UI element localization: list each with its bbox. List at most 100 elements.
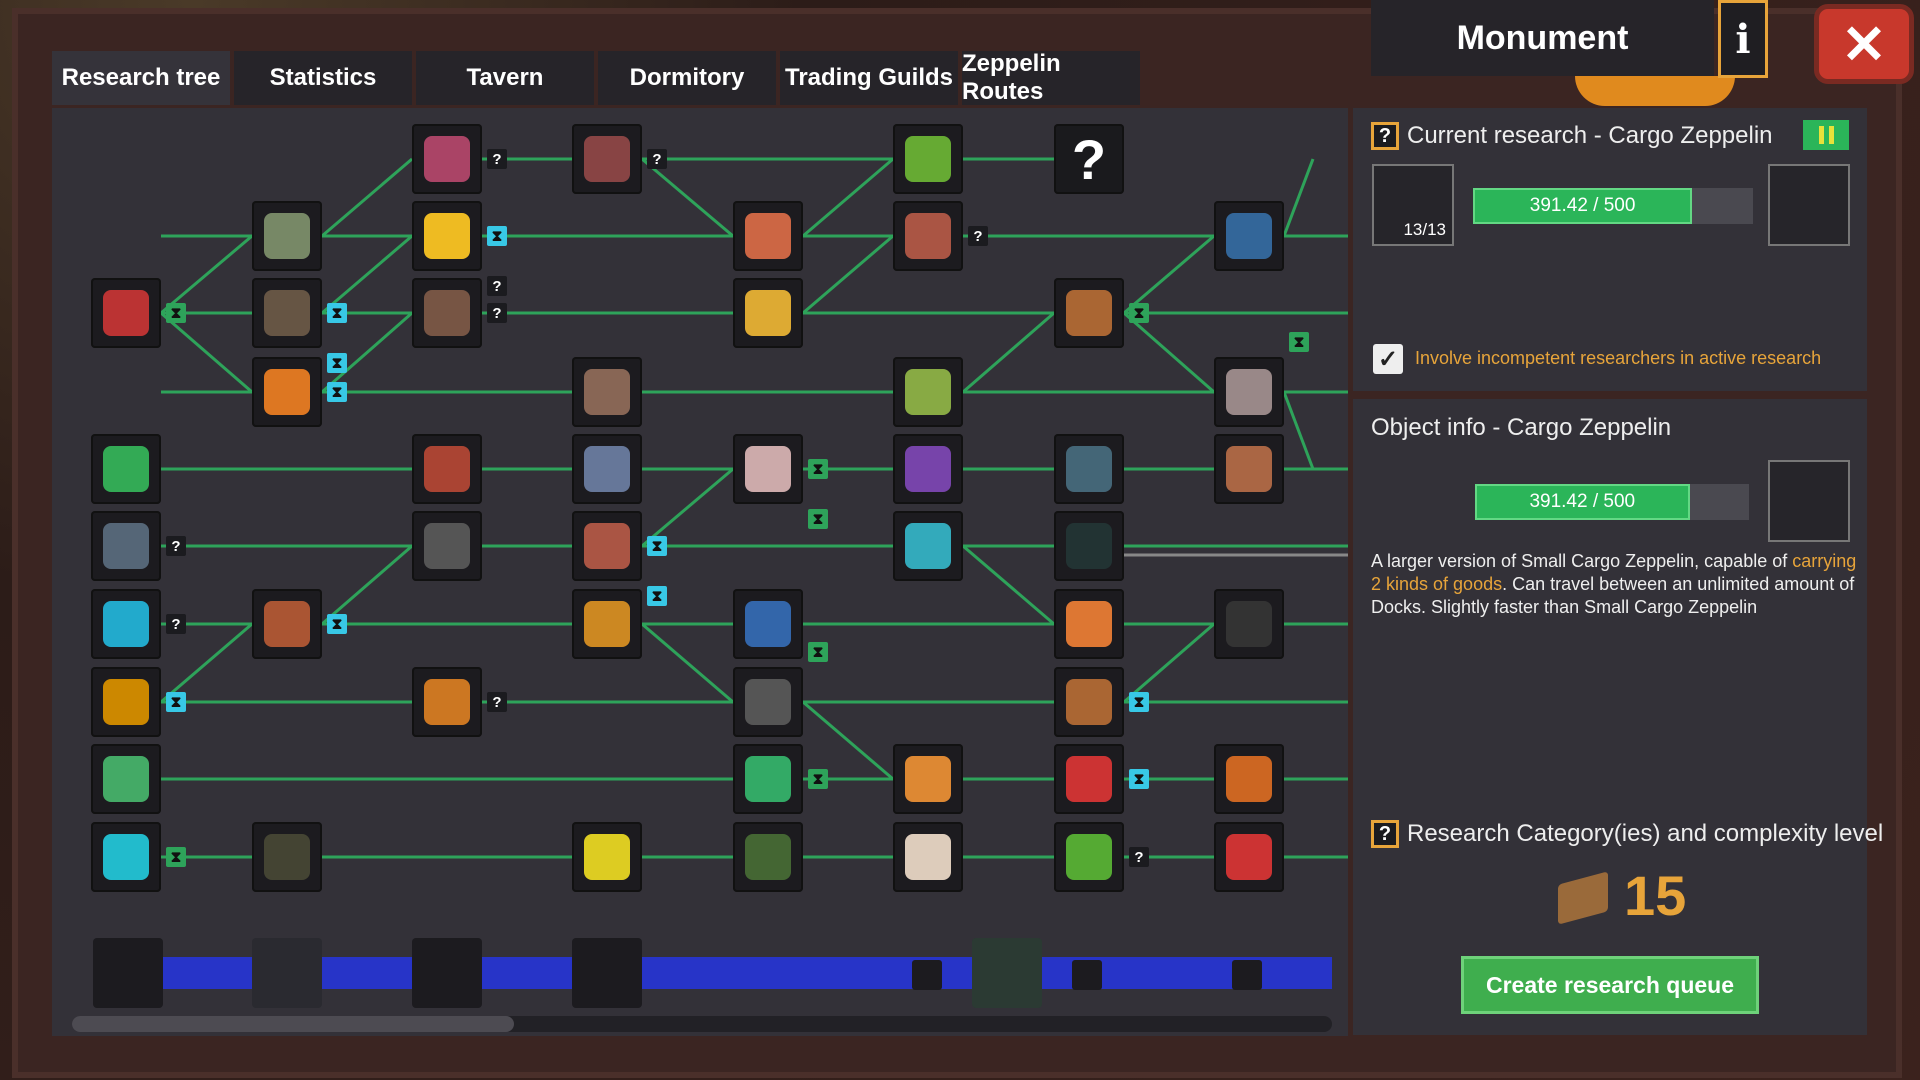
research-item-icon bbox=[905, 446, 951, 492]
research-node[interactable] bbox=[91, 511, 161, 581]
research-node[interactable] bbox=[252, 822, 322, 892]
unknown-research-node[interactable]: ? bbox=[1054, 124, 1124, 194]
research-item-icon bbox=[584, 601, 630, 647]
tab-trading-guilds[interactable]: Trading Guilds bbox=[780, 51, 958, 105]
research-item-icon bbox=[745, 834, 791, 880]
connection-line bbox=[802, 234, 894, 315]
research-node[interactable] bbox=[1214, 589, 1284, 659]
research-node[interactable] bbox=[252, 589, 322, 659]
queue-item[interactable] bbox=[572, 938, 642, 1008]
research-node[interactable] bbox=[91, 744, 161, 814]
research-node[interactable] bbox=[252, 357, 322, 427]
research-node[interactable] bbox=[412, 278, 482, 348]
tab-research-tree[interactable]: Research tree bbox=[52, 51, 230, 105]
research-node[interactable] bbox=[733, 434, 803, 504]
research-item-icon bbox=[584, 523, 630, 569]
category-header: ? Research Category(ies) and complexity … bbox=[1371, 820, 1883, 848]
tab-dormitory[interactable]: Dormitory bbox=[598, 51, 776, 105]
research-item-icon bbox=[1226, 369, 1272, 415]
research-item-icon bbox=[1066, 446, 1112, 492]
research-node[interactable] bbox=[91, 434, 161, 504]
research-node[interactable] bbox=[412, 667, 482, 737]
queue-item[interactable] bbox=[912, 960, 942, 990]
help-icon[interactable]: ? bbox=[1371, 820, 1399, 848]
help-icon[interactable]: ? bbox=[1371, 122, 1399, 150]
requirement-icon: ⧗ bbox=[327, 382, 347, 402]
research-node[interactable] bbox=[893, 744, 963, 814]
research-node[interactable] bbox=[252, 201, 322, 271]
research-node[interactable] bbox=[1054, 589, 1124, 659]
research-node[interactable] bbox=[572, 589, 642, 659]
research-node[interactable] bbox=[1054, 822, 1124, 892]
research-item-icon bbox=[264, 213, 310, 259]
research-node[interactable] bbox=[893, 434, 963, 504]
connection-line bbox=[321, 234, 413, 315]
research-node[interactable] bbox=[733, 589, 803, 659]
research-node[interactable] bbox=[1214, 201, 1284, 271]
research-node[interactable] bbox=[91, 667, 161, 737]
tab-tavern[interactable]: Tavern bbox=[416, 51, 594, 105]
create-research-queue-button[interactable]: Create research queue bbox=[1461, 956, 1759, 1014]
research-item-icon bbox=[103, 290, 149, 336]
research-node[interactable] bbox=[1054, 744, 1124, 814]
research-node[interactable] bbox=[733, 201, 803, 271]
research-node[interactable] bbox=[572, 124, 642, 194]
research-node[interactable] bbox=[1054, 667, 1124, 737]
research-tree[interactable]: ??? ⧗? ⧗? ⧗ ⧗ ⧗? ⧗ ⧗ ⧗ ⧗ ⧗ ⧗?? ⧗ ⧗? ⧗ ⧗ ⧗ ⧗ ⧗? bbox=[52, 108, 1348, 912]
close-button[interactable]: ✕ bbox=[1814, 4, 1914, 84]
tab-zeppelin-routes[interactable]: Zeppelin Routes bbox=[962, 50, 1140, 105]
research-node[interactable] bbox=[733, 278, 803, 348]
research-item-icon bbox=[745, 213, 791, 259]
connection-line bbox=[160, 311, 253, 394]
research-node[interactable] bbox=[91, 589, 161, 659]
requirement-icon: ⧗ bbox=[166, 692, 186, 712]
research-node[interactable] bbox=[572, 511, 642, 581]
research-node[interactable] bbox=[733, 667, 803, 737]
research-item-icon bbox=[905, 523, 951, 569]
research-node[interactable] bbox=[893, 357, 963, 427]
research-node[interactable] bbox=[1054, 434, 1124, 504]
research-node[interactable] bbox=[572, 434, 642, 504]
queue-item[interactable] bbox=[252, 938, 322, 1008]
research-item-icon bbox=[424, 679, 470, 725]
research-node[interactable] bbox=[1054, 511, 1124, 581]
research-node[interactable] bbox=[412, 511, 482, 581]
research-item-icon bbox=[264, 369, 310, 415]
research-node[interactable] bbox=[572, 357, 642, 427]
queue-item[interactable] bbox=[1232, 960, 1262, 990]
research-node[interactable] bbox=[1214, 744, 1284, 814]
research-node[interactable] bbox=[733, 822, 803, 892]
horizontal-scrollbar[interactable] bbox=[72, 1016, 1332, 1032]
info-button[interactable]: i bbox=[1718, 0, 1768, 78]
current-research-title: Current research - Cargo Zeppelin bbox=[1407, 122, 1773, 149]
research-item-icon bbox=[1226, 601, 1272, 647]
research-node[interactable] bbox=[1054, 278, 1124, 348]
research-node[interactable] bbox=[1214, 434, 1284, 504]
research-node[interactable] bbox=[91, 822, 161, 892]
research-node[interactable] bbox=[1214, 357, 1284, 427]
research-node[interactable] bbox=[252, 278, 322, 348]
research-node[interactable] bbox=[412, 124, 482, 194]
queue-item[interactable] bbox=[93, 938, 163, 1008]
scrollbar-thumb[interactable] bbox=[72, 1016, 514, 1032]
research-node[interactable] bbox=[893, 201, 963, 271]
incompetent-researchers-checkbox[interactable]: ✓ bbox=[1373, 344, 1403, 374]
research-item-icon bbox=[1066, 756, 1112, 802]
research-node[interactable] bbox=[893, 822, 963, 892]
queue-item[interactable] bbox=[972, 938, 1042, 1008]
research-node[interactable] bbox=[572, 822, 642, 892]
queue-item[interactable] bbox=[1072, 960, 1102, 990]
research-node[interactable] bbox=[412, 434, 482, 504]
research-node[interactable] bbox=[1214, 822, 1284, 892]
research-item-icon bbox=[103, 756, 149, 802]
research-node[interactable] bbox=[893, 124, 963, 194]
requirement-icon: ⧗ bbox=[327, 614, 347, 634]
queue-item[interactable] bbox=[412, 938, 482, 1008]
research-node[interactable] bbox=[733, 744, 803, 814]
tab-statistics[interactable]: Statistics bbox=[234, 51, 412, 105]
research-node[interactable] bbox=[893, 511, 963, 581]
research-node[interactable] bbox=[412, 201, 482, 271]
queue-bar bbox=[162, 957, 1332, 989]
pause-button[interactable] bbox=[1803, 120, 1849, 150]
research-node[interactable] bbox=[91, 278, 161, 348]
